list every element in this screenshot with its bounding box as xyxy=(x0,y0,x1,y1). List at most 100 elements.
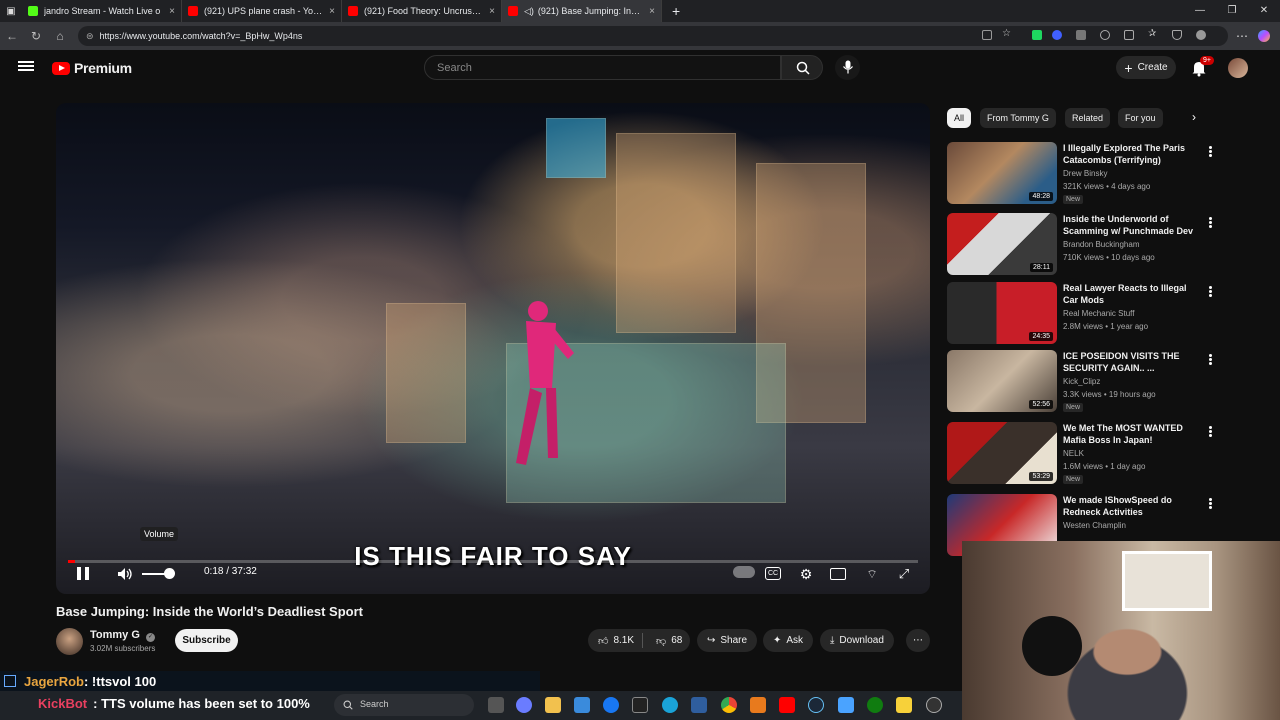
dislike-button[interactable]: 👎︎ 68 xyxy=(648,635,690,647)
task-view-icon[interactable] xyxy=(488,697,504,713)
related-video-item[interactable]: 52:56 ICE POSEIDON VISITS THE SECURITY A… xyxy=(947,350,1247,414)
more-actions-button[interactable]: ⋯ xyxy=(906,629,930,652)
steam-icon[interactable] xyxy=(808,697,824,713)
new-tab-button[interactable]: + xyxy=(662,3,690,19)
related-video-item[interactable]: 53:29 We Met The MOST WANTED Mafia Boss … xyxy=(947,422,1247,486)
hamburger-menu-icon[interactable] xyxy=(18,59,34,75)
close-tab-icon[interactable]: × xyxy=(169,6,175,17)
file-explorer-icon[interactable] xyxy=(545,697,561,713)
shield-icon[interactable] xyxy=(1172,30,1182,40)
reading-mode-icon[interactable] xyxy=(982,30,992,40)
more-vertical-icon[interactable] xyxy=(1207,425,1213,439)
facebook-icon[interactable] xyxy=(603,697,619,713)
channel-name[interactable]: Tommy G ✓ xyxy=(90,629,155,642)
chip-all[interactable]: All xyxy=(947,108,972,128)
calculator-icon[interactable] xyxy=(691,697,707,713)
related-channel: Westen Champlin xyxy=(1063,521,1126,530)
chip-from-channel[interactable]: From Tommy G xyxy=(980,108,1056,128)
site-info-icon[interactable]: ⊜ xyxy=(86,31,94,42)
share-button[interactable]: ↪ Share xyxy=(697,629,758,652)
browser-tab[interactable]: jandro Stream - Watch Live o × xyxy=(22,0,182,22)
related-meta: 2.8M views • 1 year ago xyxy=(1063,322,1149,331)
ask-button[interactable]: ✦ Ask xyxy=(763,629,814,652)
subtitles-icon[interactable]: CC xyxy=(765,567,781,580)
related-channel: Drew Binsky xyxy=(1063,169,1108,178)
copilot-icon[interactable] xyxy=(1258,30,1270,42)
chip-for-you[interactable]: For you xyxy=(1118,108,1163,128)
related-video-item[interactable]: 28:11 Inside the Underworld of Scamming … xyxy=(947,213,1247,277)
warning-app-icon[interactable] xyxy=(750,697,766,713)
pause-button[interactable] xyxy=(74,565,92,583)
subscribe-button[interactable]: Subscribe xyxy=(175,629,238,652)
voice-search-button[interactable] xyxy=(835,55,860,80)
edge-browser-icon[interactable] xyxy=(662,697,678,713)
search-button[interactable] xyxy=(781,55,823,80)
browser-menu-icon[interactable]: ⋯ xyxy=(1236,29,1248,43)
related-video-item[interactable]: 48:28 I Illegally Explored The Paris Cat… xyxy=(947,142,1247,206)
more-vertical-icon[interactable] xyxy=(1207,216,1213,230)
volume-slider-handle[interactable] xyxy=(164,568,175,579)
volume-icon[interactable] xyxy=(116,565,134,583)
extension-blue-icon[interactable] xyxy=(1052,30,1062,40)
autoplay-toggle[interactable] xyxy=(733,566,755,578)
related-channel: Brandon Buckingham xyxy=(1063,240,1140,249)
back-icon[interactable]: ← xyxy=(0,29,24,43)
close-tab-icon[interactable]: × xyxy=(649,6,655,17)
more-vertical-icon[interactable] xyxy=(1207,353,1213,367)
browser-tab[interactable]: (921) UPS plane crash - YouTube × xyxy=(182,0,342,22)
channel-avatar[interactable] xyxy=(56,628,83,655)
close-window-icon[interactable]: ✕ xyxy=(1248,0,1280,22)
close-tab-icon[interactable]: × xyxy=(489,6,495,17)
reload-icon[interactable]: ↻ xyxy=(24,29,48,43)
browser-tab-active[interactable]: ◁) (921) Base Jumping: Inside th × xyxy=(502,0,662,22)
more-vertical-icon[interactable] xyxy=(1207,497,1213,511)
app-icon[interactable] xyxy=(516,697,532,713)
video-thumbnail: 53:29 xyxy=(947,422,1057,484)
split-screen-icon[interactable] xyxy=(1124,30,1134,40)
tab-actions-icon[interactable]: ▣ xyxy=(0,6,22,17)
video-player[interactable]: IS THIS FAIR TO SAY Volume 0:18 / 37:32 … xyxy=(56,103,930,594)
home-icon[interactable]: ⌂ xyxy=(48,29,72,43)
verified-check-icon: ✓ xyxy=(145,633,155,642)
close-tab-icon[interactable]: × xyxy=(329,6,335,17)
app-icon[interactable] xyxy=(838,697,854,713)
sticky-notes-icon[interactable] xyxy=(896,697,912,713)
create-button[interactable]: + Create xyxy=(1116,56,1176,79)
chat-username: JagerRob xyxy=(24,673,84,689)
extension-gray-icon[interactable] xyxy=(1076,30,1086,40)
store-icon[interactable] xyxy=(574,697,590,713)
app-icon[interactable] xyxy=(926,697,942,713)
profile-avatar-icon[interactable] xyxy=(1196,30,1206,40)
minimize-icon[interactable]: — xyxy=(1184,0,1216,22)
xbox-icon[interactable] xyxy=(867,697,883,713)
youtube-premium-logo[interactable]: Premium xyxy=(52,60,132,76)
search-input[interactable]: Search xyxy=(424,55,781,80)
more-vertical-icon[interactable] xyxy=(1207,145,1213,159)
cast-icon[interactable]: ⌔ xyxy=(862,564,882,584)
favorites-icon[interactable]: ✰ xyxy=(1148,28,1156,39)
chip-related[interactable]: Related xyxy=(1065,108,1111,128)
url-field[interactable]: ⊜ https://www.youtube.com/watch?v=_BpHw_… xyxy=(78,26,1228,46)
fullscreen-icon[interactable]: ⤢ xyxy=(894,564,914,584)
bookmark-star-icon[interactable]: ☆ xyxy=(1002,28,1011,39)
account-avatar[interactable] xyxy=(1228,58,1248,78)
like-button[interactable]: 👍︎ 8.1K xyxy=(588,633,644,648)
taskbar-search[interactable]: Search xyxy=(334,694,474,716)
youtube-app-icon[interactable] xyxy=(779,697,795,713)
settings-gear-icon[interactable]: ⚙ xyxy=(796,564,816,584)
chips-next-chevron-icon[interactable]: › xyxy=(1192,110,1196,124)
chrome-icon[interactable] xyxy=(721,697,737,713)
browser-tab[interactable]: (921) Food Theory: Uncrustables × xyxy=(342,0,502,22)
amazon-icon[interactable] xyxy=(632,697,648,713)
audio-playing-icon[interactable]: ◁) xyxy=(524,6,534,17)
ask-label: Ask xyxy=(786,635,804,646)
miniplayer-icon[interactable] xyxy=(830,568,846,580)
extension-refresh-icon[interactable] xyxy=(1100,30,1110,40)
related-video-item[interactable]: 24:35 Real Lawyer Reacts to Illegal Car … xyxy=(947,282,1247,346)
more-vertical-icon[interactable] xyxy=(1207,285,1213,299)
extension-green-icon[interactable] xyxy=(1032,30,1042,40)
video-frame-building xyxy=(386,303,466,443)
chat-message: : !ttsvol 100 xyxy=(83,673,157,689)
maximize-icon[interactable]: ❐ xyxy=(1216,0,1248,22)
download-button[interactable]: ⤓ Download xyxy=(820,629,894,652)
